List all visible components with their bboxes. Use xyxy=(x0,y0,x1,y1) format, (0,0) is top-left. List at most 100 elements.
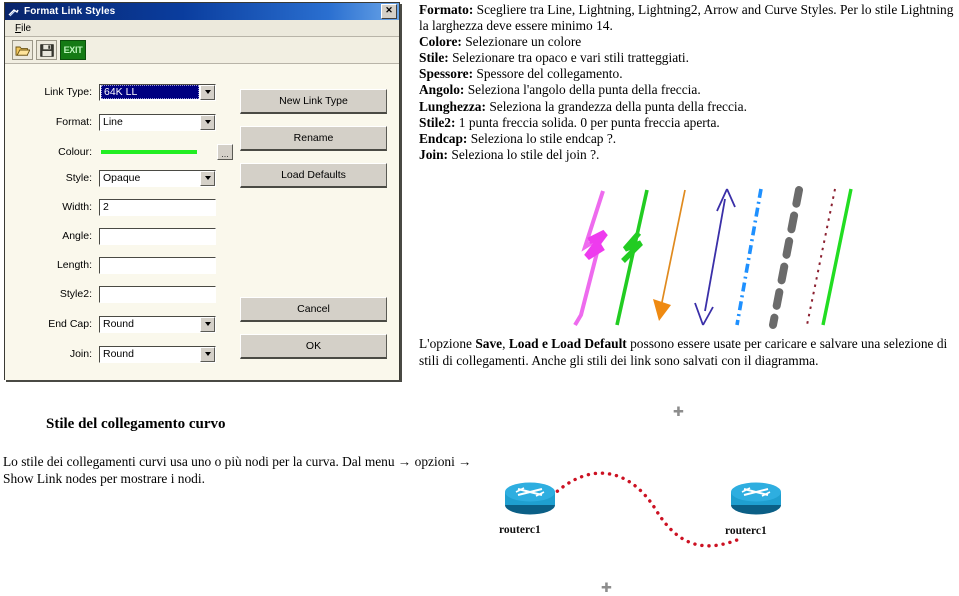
sample-dashdot-blue xyxy=(735,188,763,326)
field-label-end-cap: End Cap: xyxy=(48,318,92,330)
doc-line-stile2: Stile2: 1 punta freccia solida. 0 per pu… xyxy=(419,115,957,131)
node-plus-marker-top: ✚ xyxy=(673,404,684,419)
style-value: Opaque xyxy=(103,172,141,184)
doc-term-join: Join: xyxy=(419,146,449,162)
format-combo[interactable]: Line xyxy=(99,113,216,131)
doc-mid-prefix: L'opzione xyxy=(419,336,476,351)
field-length: Length: xyxy=(5,256,233,274)
doc-text-spessore: Spessore del collegamento. xyxy=(473,66,623,82)
save-icon[interactable] xyxy=(36,40,57,60)
sample-lightning-magenta xyxy=(573,190,608,327)
link-window-icon xyxy=(8,6,20,18)
sample-dashed-gray xyxy=(769,186,803,329)
sample-solid-green xyxy=(821,188,853,326)
field-end-cap: End Cap: Round xyxy=(5,315,233,333)
doc-line-lunghezza: Lunghezza: Seleziona la grandezza della … xyxy=(419,99,957,115)
doc-text-stile2: 1 punta freccia solida. 0 per punta frec… xyxy=(455,114,720,130)
field-label-angle: Angle: xyxy=(62,230,92,242)
load-defaults-button[interactable]: Load Defaults xyxy=(240,163,387,188)
link-type-value: 64K LL xyxy=(101,85,199,99)
field-label-width: Width: xyxy=(62,201,92,213)
exit-button[interactable]: EXIT xyxy=(60,40,86,60)
doc-line-stile: Stile: Selezionare tra opaco e vari stil… xyxy=(419,50,957,66)
doc-mid-load: Load e Load Default xyxy=(508,336,627,351)
join-value: Round xyxy=(103,348,134,360)
doc-line-angolo: Angolo: Seleziona l'angolo della punta d… xyxy=(419,82,957,98)
chevron-down-icon[interactable] xyxy=(200,170,215,186)
doc-text-angolo: Seleziona l'angolo della punta della fre… xyxy=(464,82,701,98)
router-right-label: routerc1 xyxy=(725,525,767,537)
doc-line-formato: Formato: Scegliere tra Line, Lightning, … xyxy=(419,2,957,34)
dialog-title: Format Link Styles xyxy=(24,6,116,17)
doc-term-formato: Formato: xyxy=(419,2,474,17)
width-input[interactable]: 2 xyxy=(99,198,216,216)
close-icon[interactable]: ✕ xyxy=(381,4,397,19)
dialog-toolbar: EXIT xyxy=(5,37,399,64)
style-combo[interactable]: Opaque xyxy=(99,169,216,187)
colour-browse-button[interactable]: ... xyxy=(217,144,233,160)
cancel-button[interactable]: Cancel xyxy=(240,297,387,322)
angle-input[interactable] xyxy=(99,227,216,245)
doc-term-angolo: Angolo: xyxy=(419,82,465,98)
end-cap-value: Round xyxy=(103,318,134,330)
sample-arrow-double-blue xyxy=(694,188,736,326)
field-label-length: Length: xyxy=(56,259,92,271)
field-label-link-type: Link Type: xyxy=(44,86,92,98)
menu-item-file[interactable]: File xyxy=(12,23,34,34)
router-left-label: routerc1 xyxy=(499,524,541,536)
doc-line-join: Join: Seleziona lo stile del join ?. xyxy=(419,147,957,163)
field-style: Style: Opaque xyxy=(5,169,233,187)
chevron-down-icon[interactable] xyxy=(200,346,215,362)
router-left-icon xyxy=(505,482,555,515)
doc-mid-save: Save xyxy=(475,336,503,351)
ok-button[interactable]: OK xyxy=(240,334,387,359)
doc-top-paragraph: Formato: Scegliere tra Line, Lightning, … xyxy=(419,2,957,163)
doc-bottom-paragraph: Lo stile dei collegamenti curvi usa uno … xyxy=(3,454,472,486)
chevron-down-icon[interactable] xyxy=(200,84,215,100)
format-link-styles-dialog: Format Link Styles ✕ File EXIT Link Type… xyxy=(4,2,400,380)
format-value: Line xyxy=(103,116,123,128)
link-type-combo[interactable]: 64K LL xyxy=(99,83,216,101)
doc-term-lunghezza: Lunghezza: xyxy=(419,98,486,114)
field-angle: Angle: xyxy=(5,227,233,245)
chevron-down-icon[interactable] xyxy=(200,114,215,130)
field-label-style: Style: xyxy=(65,172,92,184)
field-format: Format: Line xyxy=(5,113,233,131)
field-label-format: Format: xyxy=(55,116,92,128)
dialog-titlebar[interactable]: Format Link Styles ✕ xyxy=(5,3,399,20)
end-cap-combo[interactable]: Round xyxy=(99,315,216,333)
doc-line-spessore: Spessore: Spessore del collegamento. xyxy=(419,66,957,82)
doc-text-join: Seleziona lo stile del join ?. xyxy=(448,146,600,162)
field-join: Join: Round xyxy=(5,345,233,363)
new-link-type-button[interactable]: New Link Type xyxy=(240,89,387,114)
field-link-type: Link Type: 64K LL xyxy=(5,83,233,101)
doc-term-spessore: Spessore: xyxy=(419,66,474,82)
rename-button[interactable]: Rename xyxy=(240,126,387,151)
page-heading-curved-link-style: Stile del collegamento curvo xyxy=(46,416,226,432)
router-right-icon xyxy=(731,482,781,515)
node-plus-marker-bottom: ✚ xyxy=(601,580,612,595)
colour-swatch[interactable] xyxy=(101,150,197,154)
link-style-samples xyxy=(555,185,855,335)
chevron-down-icon[interactable] xyxy=(200,316,215,332)
style2-input[interactable] xyxy=(99,285,216,303)
doc-mid-paragraph: L'opzione Save, Load e Load Default poss… xyxy=(419,336,957,369)
field-label-style2: Style2: xyxy=(59,288,92,300)
doc-text-colore: Selezionare un colore xyxy=(461,34,582,50)
doc-mid-sep: , xyxy=(502,336,509,351)
width-value: 2 xyxy=(103,201,109,213)
open-icon[interactable] xyxy=(12,40,33,60)
doc-text-stile: Selezionare tra opaco e vari stili tratt… xyxy=(448,50,689,66)
field-colour: Colour: ... xyxy=(5,143,233,161)
field-width: Width: 2 xyxy=(5,198,233,216)
doc-term-stile: Stile: xyxy=(419,50,449,66)
length-input[interactable] xyxy=(99,256,216,274)
doc-term-colore: Colore: xyxy=(419,34,462,50)
field-label-colour: Colour: xyxy=(58,146,92,158)
curved-link-path xyxy=(550,471,744,548)
doc-line-colore: Colore: Selezionare un colore xyxy=(419,34,957,50)
doc-text-formato: Scegliere tra Line, Lightning, Lightning… xyxy=(419,2,954,34)
field-label-join: Join: xyxy=(69,348,92,360)
join-combo[interactable]: Round xyxy=(99,345,216,363)
doc-text-lunghezza: Seleziona la grandezza della punta della… xyxy=(485,98,747,114)
